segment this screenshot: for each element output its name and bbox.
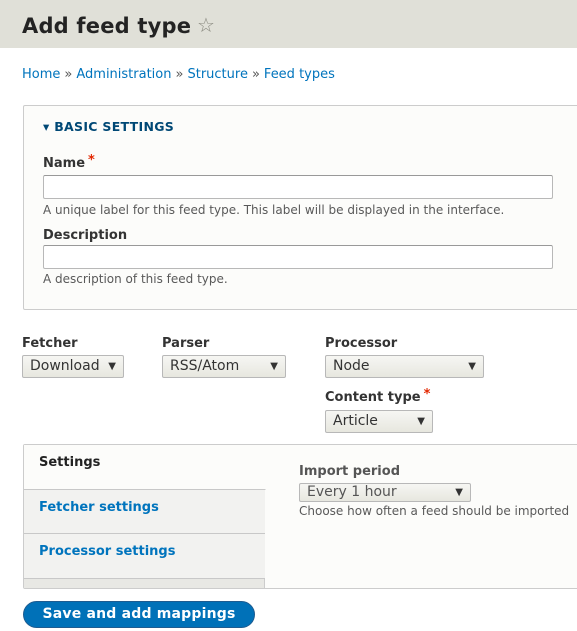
required-marker: * <box>88 153 95 168</box>
content-type-label-text: Content type <box>325 390 421 405</box>
vertical-tab-list: Settings Fetcher settings Processor sett… <box>24 445 266 588</box>
tab-fetcher-settings[interactable]: Fetcher settings <box>24 490 265 534</box>
description-label: Description <box>43 228 128 243</box>
name-description: A unique label for this feed type. This … <box>43 203 505 217</box>
page-title: Add feed type <box>22 14 192 38</box>
parser-label: Parser <box>162 336 210 351</box>
import-period-label: Import period <box>299 464 400 479</box>
breadcrumb-separator: » <box>175 67 184 82</box>
breadcrumb-administration[interactable]: Administration <box>76 67 171 82</box>
tab-settings[interactable]: Settings <box>24 445 266 490</box>
description-input[interactable] <box>43 245 553 269</box>
content-type-label: Content type * <box>325 387 431 405</box>
page-header: Add feed type ☆ <box>0 0 577 48</box>
name-input[interactable] <box>43 175 553 199</box>
name-label-text: Name <box>43 156 86 171</box>
breadcrumb-structure[interactable]: Structure <box>187 67 247 82</box>
chevron-down-icon: ▼ <box>417 416 425 427</box>
breadcrumb-separator: » <box>64 67 73 82</box>
breadcrumb-feed-types[interactable]: Feed types <box>264 67 335 82</box>
parser-select[interactable]: RSS/Atom ▼ <box>162 355 286 378</box>
processor-select[interactable]: Node ▼ <box>325 355 484 378</box>
import-period-description: Choose how often a feed should be import… <box>299 504 570 518</box>
chevron-down-icon: ▼ <box>108 361 116 372</box>
import-period-select[interactable]: Every 1 hour ▼ <box>299 483 471 502</box>
import-period-selected-value: Every 1 hour <box>307 484 397 500</box>
fetcher-label: Fetcher <box>22 336 78 351</box>
vertical-tabs: Settings Fetcher settings Processor sett… <box>23 444 577 589</box>
processor-label: Processor <box>325 336 398 351</box>
fetcher-selected-value: Download <box>30 358 100 374</box>
parser-selected-value: RSS/Atom <box>170 358 240 374</box>
required-marker: * <box>423 387 431 402</box>
description-help: A description of this feed type. <box>43 272 228 286</box>
chevron-down-icon: ▼ <box>468 361 476 372</box>
name-label: Name * <box>43 153 95 171</box>
basic-settings-fieldset: ▾ BASIC SETTINGS Name * A unique label fo… <box>23 105 577 310</box>
breadcrumb-separator: » <box>251 67 260 82</box>
breadcrumb: Home» Administration» Structure» Feed types <box>22 67 335 82</box>
chevron-down-icon: ▼ <box>455 487 463 498</box>
save-and-add-mappings-button[interactable]: Save and add mappings <box>23 601 255 628</box>
content-type-selected-value: Article <box>333 413 378 429</box>
fetcher-select[interactable]: Download ▼ <box>22 355 124 378</box>
breadcrumb-home[interactable]: Home <box>22 67 60 82</box>
processor-selected-value: Node <box>333 358 370 374</box>
basic-settings-toggle[interactable]: ▾ BASIC SETTINGS <box>43 119 174 134</box>
star-outline-icon[interactable]: ☆ <box>197 15 215 35</box>
chevron-down-icon: ▼ <box>270 361 278 372</box>
content-type-select[interactable]: Article ▼ <box>325 410 433 433</box>
tab-processor-settings[interactable]: Processor settings <box>24 534 265 579</box>
